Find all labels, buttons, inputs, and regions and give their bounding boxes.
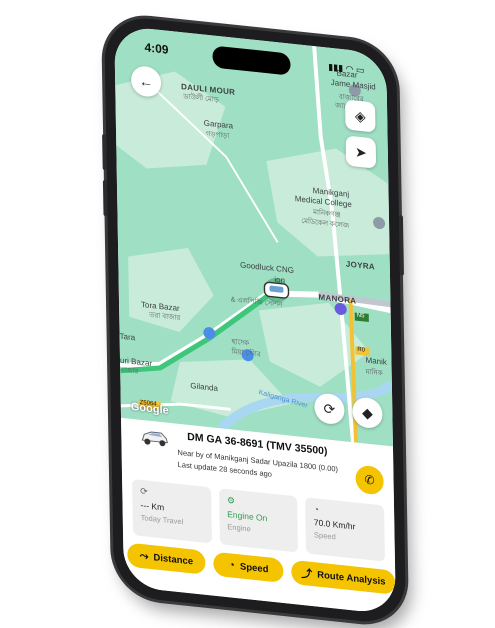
app-screen: DAULI MOUR ডাউলী মোড় Garpara গড়পাড়া B…: [114, 25, 396, 615]
distance-button-label: Distance: [153, 551, 194, 567]
vehicle-panel: DM GA 36-8691 (TMV 35500) Near by of Man…: [121, 417, 396, 615]
phone-mockup: DAULI MOUR ডাউলী মোড় Garpara গড়পাড়া B…: [102, 14, 407, 626]
speed-button[interactable]: ◔ Speed: [213, 551, 284, 583]
navigation-arrow-icon: ➤: [354, 142, 367, 161]
call-button[interactable]: ✆: [355, 464, 384, 496]
arrow-left-icon: ←: [138, 72, 154, 91]
status-time: 4:09: [144, 40, 169, 57]
road-label-n5: N5: [356, 312, 365, 320]
map-layers-button[interactable]: ◈: [345, 99, 376, 133]
route-icon: ⤳: [139, 549, 149, 563]
road-label-r0: R0: [357, 346, 366, 354]
today-travel-card: ⟳ --- Km Today Travel: [132, 479, 212, 544]
refresh-icon: ⟳: [323, 399, 336, 417]
engine-card: ⚙ Engine On Engine: [218, 488, 299, 553]
directions-icon: ◆: [361, 403, 373, 421]
car-icon: [141, 431, 169, 447]
speed-button-label: Speed: [239, 560, 269, 575]
route-analysis-button-label: Route Analysis: [317, 569, 386, 588]
stage: DAULI MOUR ডাউলী মোড় Garpara গড়পাড়া B…: [0, 0, 495, 628]
phone-icon: ✆: [364, 472, 375, 488]
speedometer-icon: ◔: [228, 559, 236, 572]
map-label-uri-bazar-bn: বাজার: [120, 366, 139, 376]
distance-button[interactable]: ⤳ Distance: [127, 542, 206, 575]
route-analysis-button[interactable]: ⤴ Route Analysis: [291, 559, 396, 595]
speed-card: ◔ 70.0 Km/hr Speed: [305, 497, 386, 562]
map-label-manik-bn: মানিক: [365, 368, 383, 378]
power-button: [398, 215, 404, 276]
map-view[interactable]: DAULI MOUR ডাউলী মোড় Garpara গড়পাড়া B…: [114, 25, 393, 447]
locate-button[interactable]: ➤: [345, 135, 377, 169]
route-split-icon: ⤴: [301, 567, 313, 582]
volume-up-button: [102, 133, 107, 171]
layers-icon: ◈: [354, 106, 366, 125]
map-label-tara: Tara: [119, 331, 136, 343]
map-label-cng-2: ion: [274, 274, 286, 286]
map-label-shop-bn: ছাদেক: [231, 338, 250, 348]
volume-down-button: [102, 179, 108, 217]
